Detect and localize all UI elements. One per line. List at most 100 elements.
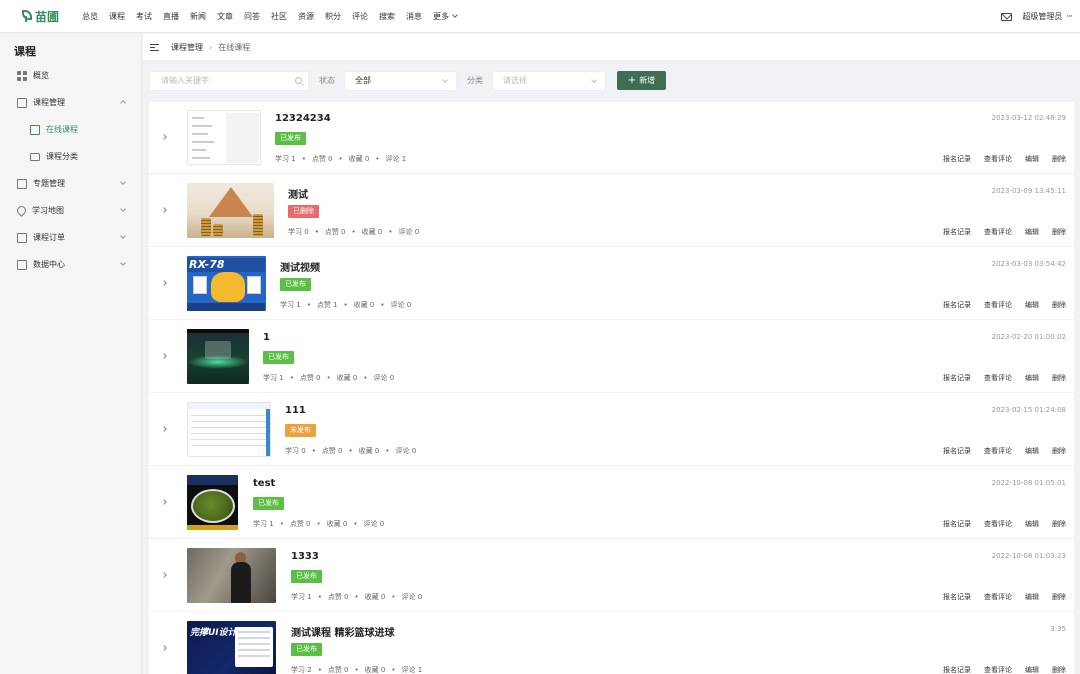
delete-link[interactable]: 删除 — [1052, 665, 1066, 674]
search-icon[interactable] — [295, 77, 302, 84]
delete-link[interactable]: 删除 — [1052, 519, 1066, 529]
delete-link[interactable]: 删除 — [1052, 154, 1066, 164]
records-link[interactable]: 报名记录 — [943, 592, 971, 602]
search-input[interactable] — [161, 76, 281, 85]
view-comments-link[interactable]: 查看评论 — [984, 154, 1012, 164]
course-thumbnail[interactable] — [187, 183, 274, 238]
nav-item-articles[interactable]: 文章 — [217, 11, 233, 22]
view-comments-link[interactable]: 查看评论 — [984, 227, 1012, 237]
delete-link[interactable]: 删除 — [1052, 592, 1066, 602]
edit-link[interactable]: 编辑 — [1025, 154, 1039, 164]
course-thumbnail[interactable] — [187, 548, 276, 603]
records-link[interactable]: 报名记录 — [943, 154, 971, 164]
chevron-right-icon[interactable] — [161, 572, 167, 578]
records-link[interactable]: 报名记录 — [943, 227, 971, 237]
course-title[interactable]: test — [253, 478, 275, 489]
records-link[interactable]: 报名记录 — [943, 519, 971, 529]
course-title[interactable]: 111 — [285, 405, 306, 416]
sidebar-item-label: 在线课程 — [46, 125, 78, 134]
chevron-right-icon[interactable] — [161, 207, 167, 213]
add-button-label: 新增 — [639, 76, 656, 85]
course-stats: 学习 0 • 点赞 0 • 收藏 0 • 评论 0 — [288, 228, 420, 236]
sidebar-item-learning-map[interactable]: 学习地图 — [0, 197, 141, 224]
view-comments-link[interactable]: 查看评论 — [984, 446, 1012, 456]
status-select[interactable]: 全部 — [344, 70, 457, 91]
chevron-right-icon[interactable] — [161, 353, 167, 359]
course-title[interactable]: 测试课程 精彩篮球进球 — [291, 624, 394, 639]
add-course-button[interactable]: + 新增 — [617, 71, 666, 90]
sidebar-item-overview[interactable]: 概览 — [0, 62, 141, 89]
sidebar-item-course-management[interactable]: 课程管理 — [0, 89, 141, 116]
course-date: 2022-10-08 01:05:01 — [991, 479, 1066, 487]
records-link[interactable]: 报名记录 — [943, 373, 971, 383]
chevron-right-icon[interactable] — [161, 134, 167, 140]
edit-link[interactable]: 编辑 — [1025, 519, 1039, 529]
course-thumbnail[interactable] — [187, 110, 261, 165]
course-thumbnail[interactable] — [187, 402, 271, 457]
nav-item-live[interactable]: 直播 — [163, 11, 179, 22]
stat-favorites: 收藏 0 — [358, 447, 380, 455]
sidebar-item-online-courses[interactable]: 在线课程 — [0, 116, 141, 143]
delete-link[interactable]: 删除 — [1052, 373, 1066, 383]
nav-item-exams[interactable]: 考试 — [136, 11, 152, 22]
course-title[interactable]: 测试视频 — [280, 259, 320, 274]
nav-item-courses[interactable]: 课程 — [109, 11, 125, 22]
nav-item-qa[interactable]: 问答 — [244, 11, 260, 22]
mail-icon[interactable] — [1001, 12, 1013, 21]
brand-logo[interactable]: 苗圃 — [20, 8, 82, 25]
course-title[interactable]: 测试 — [288, 186, 308, 201]
course-title[interactable]: 1 — [263, 332, 270, 343]
nav-item-messages[interactable]: 消息 — [406, 11, 422, 22]
view-comments-link[interactable]: 查看评论 — [984, 592, 1012, 602]
sidebar-item-data-center[interactable]: 数据中心 — [0, 251, 141, 278]
nav-item-news[interactable]: 新闻 — [190, 11, 206, 22]
stat-learn: 学习 0 — [285, 447, 306, 455]
sidebar-item-orders[interactable]: 课程订单 — [0, 224, 141, 251]
chevron-right-icon[interactable] — [161, 645, 167, 651]
view-comments-link[interactable]: 查看评论 — [984, 300, 1012, 310]
nav-item-points[interactable]: 积分 — [325, 11, 341, 22]
nav-item-search[interactable]: 搜索 — [379, 11, 395, 22]
edit-link[interactable]: 编辑 — [1025, 373, 1039, 383]
chevron-right-icon[interactable] — [161, 499, 167, 505]
stat-learn: 学习 1 — [275, 155, 296, 163]
chevron-right-icon[interactable] — [161, 426, 167, 432]
records-link[interactable]: 报名记录 — [943, 446, 971, 456]
status-badge: 已发布 — [280, 278, 311, 291]
menu-fold-icon[interactable] — [150, 43, 159, 51]
delete-link[interactable]: 删除 — [1052, 227, 1066, 237]
nav-item-resources[interactable]: 资源 — [298, 11, 314, 22]
nav-item-community[interactable]: 社区 — [271, 11, 287, 22]
edit-link[interactable]: 编辑 — [1025, 300, 1039, 310]
chevron-right-icon[interactable] — [161, 280, 167, 286]
view-comments-link[interactable]: 查看评论 — [984, 665, 1012, 674]
delete-link[interactable]: 删除 — [1052, 446, 1066, 456]
course-thumbnail[interactable]: RX-78 — [187, 256, 266, 311]
course-thumbnail[interactable] — [187, 475, 238, 530]
category-select[interactable]: 请选择 — [492, 70, 606, 91]
nav-item-overview[interactable]: 总览 — [82, 11, 98, 22]
breadcrumb-parent[interactable]: 课程管理 — [171, 42, 203, 53]
sidebar-item-course-categories[interactable]: 课程分类 — [0, 143, 141, 170]
edit-link[interactable]: 编辑 — [1025, 227, 1039, 237]
sidebar-item-topics[interactable]: 专题管理 — [0, 170, 141, 197]
stat-learn: 学习 1 — [291, 593, 312, 601]
edit-link[interactable]: 编辑 — [1025, 592, 1039, 602]
stat-likes: 点赞 0 — [327, 666, 349, 674]
edit-link[interactable]: 编辑 — [1025, 446, 1039, 456]
nav-item-more[interactable]: 更多 — [433, 11, 458, 22]
course-title[interactable]: 1333 — [291, 551, 319, 562]
course-thumbnail[interactable] — [187, 329, 249, 384]
view-comments-link[interactable]: 查看评论 — [984, 373, 1012, 383]
course-title[interactable]: 12324234 — [275, 113, 331, 124]
course-thumbnail[interactable]: 完撑UI设计 平节班 — [187, 621, 276, 674]
records-link[interactable]: 报名记录 — [943, 300, 971, 310]
nav-item-comments[interactable]: 评论 — [352, 11, 368, 22]
sidebar-item-label: 专题管理 — [33, 179, 65, 188]
username[interactable]: 超级管理员 — [1022, 11, 1062, 22]
delete-link[interactable]: 删除 — [1052, 300, 1066, 310]
records-link[interactable]: 报名记录 — [943, 665, 971, 674]
edit-link[interactable]: 编辑 — [1025, 665, 1039, 674]
more-dots-icon[interactable]: ··· — [1066, 12, 1073, 22]
view-comments-link[interactable]: 查看评论 — [984, 519, 1012, 529]
